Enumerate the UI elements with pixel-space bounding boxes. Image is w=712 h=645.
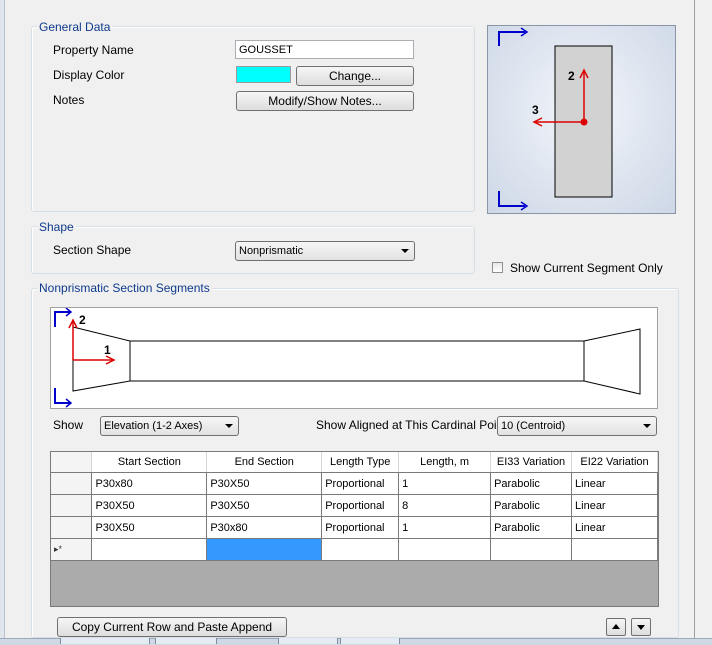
cell-length[interactable]: 1 [398,472,492,495]
property-name-input[interactable]: GOUSSET [235,40,414,59]
cell-length-type[interactable] [321,538,400,561]
cell-length-type[interactable]: Proportional [321,494,400,517]
window-left-edge [0,0,5,644]
cell-ei22-variation[interactable] [571,538,658,561]
elevation-view: 2 1 [50,307,658,409]
column-header-length-type[interactable]: Length Type [321,452,400,473]
show-current-segment-checkbox[interactable] [492,262,503,273]
cell-end-section-selected[interactable] [206,538,323,561]
taskbar-item[interactable] [60,638,150,644]
new-row-marker[interactable]: ▸* [51,538,93,561]
elevation-axis-2-label: 2 [79,313,86,327]
cell-end-section[interactable]: P30x80 [206,516,323,539]
cell-start-section[interactable]: P30X50 [91,516,208,539]
section-shape-select[interactable]: Nonprismatic [235,241,415,261]
preview-corner-marker [498,31,525,46]
shape-title: Shape [37,220,76,234]
cell-ei22-variation[interactable]: Linear [571,472,658,495]
section-shape-value: Nonprismatic [239,245,304,257]
segment-prismatic [129,340,585,382]
section-preview: 2 3 [487,25,676,214]
display-color-label: Display Color [53,68,125,82]
row-header[interactable] [51,472,93,495]
move-row-up-button[interactable] [606,618,626,636]
cell-ei33-variation[interactable]: Parabolic [490,472,573,495]
new-row[interactable]: ▸* [51,538,658,561]
window-right-edge [694,0,695,644]
show-view-select[interactable]: Elevation (1-2 Axes) [100,416,239,436]
cell-length-type[interactable]: Proportional [321,516,400,539]
taskbar-item[interactable] [278,638,338,644]
property-name-label: Property Name [53,43,134,57]
cell-ei33-variation[interactable] [490,538,573,561]
row-header[interactable] [51,494,93,517]
section-preview-drawing [498,27,613,211]
cell-start-section[interactable] [91,538,208,561]
segment-taper-end [583,328,641,395]
grid-header-row: Start Section End Section Length Type Le… [51,452,658,473]
taskbar-item[interactable] [340,638,400,644]
table-row[interactable]: P30x80 P30X50 Proportional 1 Parabolic L… [51,472,658,495]
elevation-axis-1-label: 1 [104,343,111,357]
cell-length-type[interactable]: Proportional [321,472,400,495]
cell-length[interactable]: 8 [398,494,492,517]
move-row-down-button[interactable] [631,618,651,636]
general-data-title: General Data [37,20,113,34]
preview-axis-2-label: 2 [568,69,575,83]
show-label: Show [53,418,84,432]
show-current-segment-label: Show Current Segment Only [510,261,663,275]
cardinal-point-select[interactable]: 10 (Centroid) [497,416,657,436]
segments-grid: Start Section End Section Length Type Le… [50,451,659,607]
arrow-up-icon [612,624,620,629]
modify-show-notes-button[interactable]: Modify/Show Notes... [236,91,414,111]
cell-ei33-variation[interactable]: Parabolic [490,516,573,539]
preview-corner-marker [498,191,525,207]
arrow-down-icon [637,625,645,630]
taskbar-item[interactable] [155,638,217,644]
segments-table: Start Section End Section Length Type Le… [51,452,658,561]
column-header-end-section[interactable]: End Section [206,452,323,473]
cardinal-point-value: 10 (Centroid) [501,420,566,432]
copy-row-paste-append-button[interactable]: Copy Current Row and Paste Append [57,617,287,637]
cell-ei33-variation[interactable]: Parabolic [490,494,573,517]
chevron-down-icon [401,249,409,253]
centroid-point [580,118,588,126]
elevation-drawing [54,308,641,408]
display-color-swatch [236,66,291,83]
cell-start-section[interactable]: P30x80 [91,472,208,495]
row-header[interactable] [51,516,93,539]
segments-title: Nonprismatic Section Segments [37,281,212,295]
change-color-button[interactable]: Change... [296,66,414,86]
column-header-length[interactable]: Length, m [398,452,492,473]
cell-end-section[interactable]: P30X50 [206,494,323,517]
chevron-down-icon [643,424,651,428]
cell-length[interactable]: 1 [398,516,492,539]
cell-ei22-variation[interactable]: Linear [571,494,658,517]
cell-end-section[interactable]: P30X50 [206,472,323,495]
segment-taper-start [72,326,131,392]
section-shape-label: Section Shape [53,243,132,257]
column-header-start-section[interactable]: Start Section [91,452,208,473]
show-view-value: Elevation (1-2 Axes) [104,420,203,432]
preview-axis-3-label: 3 [532,103,539,117]
column-header-ei33-variation[interactable]: EI33 Variation [490,452,573,473]
column-header-ei22-variation[interactable]: EI22 Variation [571,452,658,473]
table-row[interactable]: P30X50 P30x80 Proportional 1 Parabolic L… [51,516,658,539]
cell-length[interactable] [398,538,492,561]
chevron-down-icon [225,424,233,428]
grid-corner [51,452,93,473]
cell-start-section[interactable]: P30X50 [91,494,208,517]
notes-label: Notes [53,93,85,107]
table-row[interactable]: P30X50 P30X50 Proportional 8 Parabolic L… [51,494,658,517]
cell-ei22-variation[interactable]: Linear [571,516,658,539]
cardinal-point-label: Show Aligned at This Cardinal Point [316,418,507,432]
